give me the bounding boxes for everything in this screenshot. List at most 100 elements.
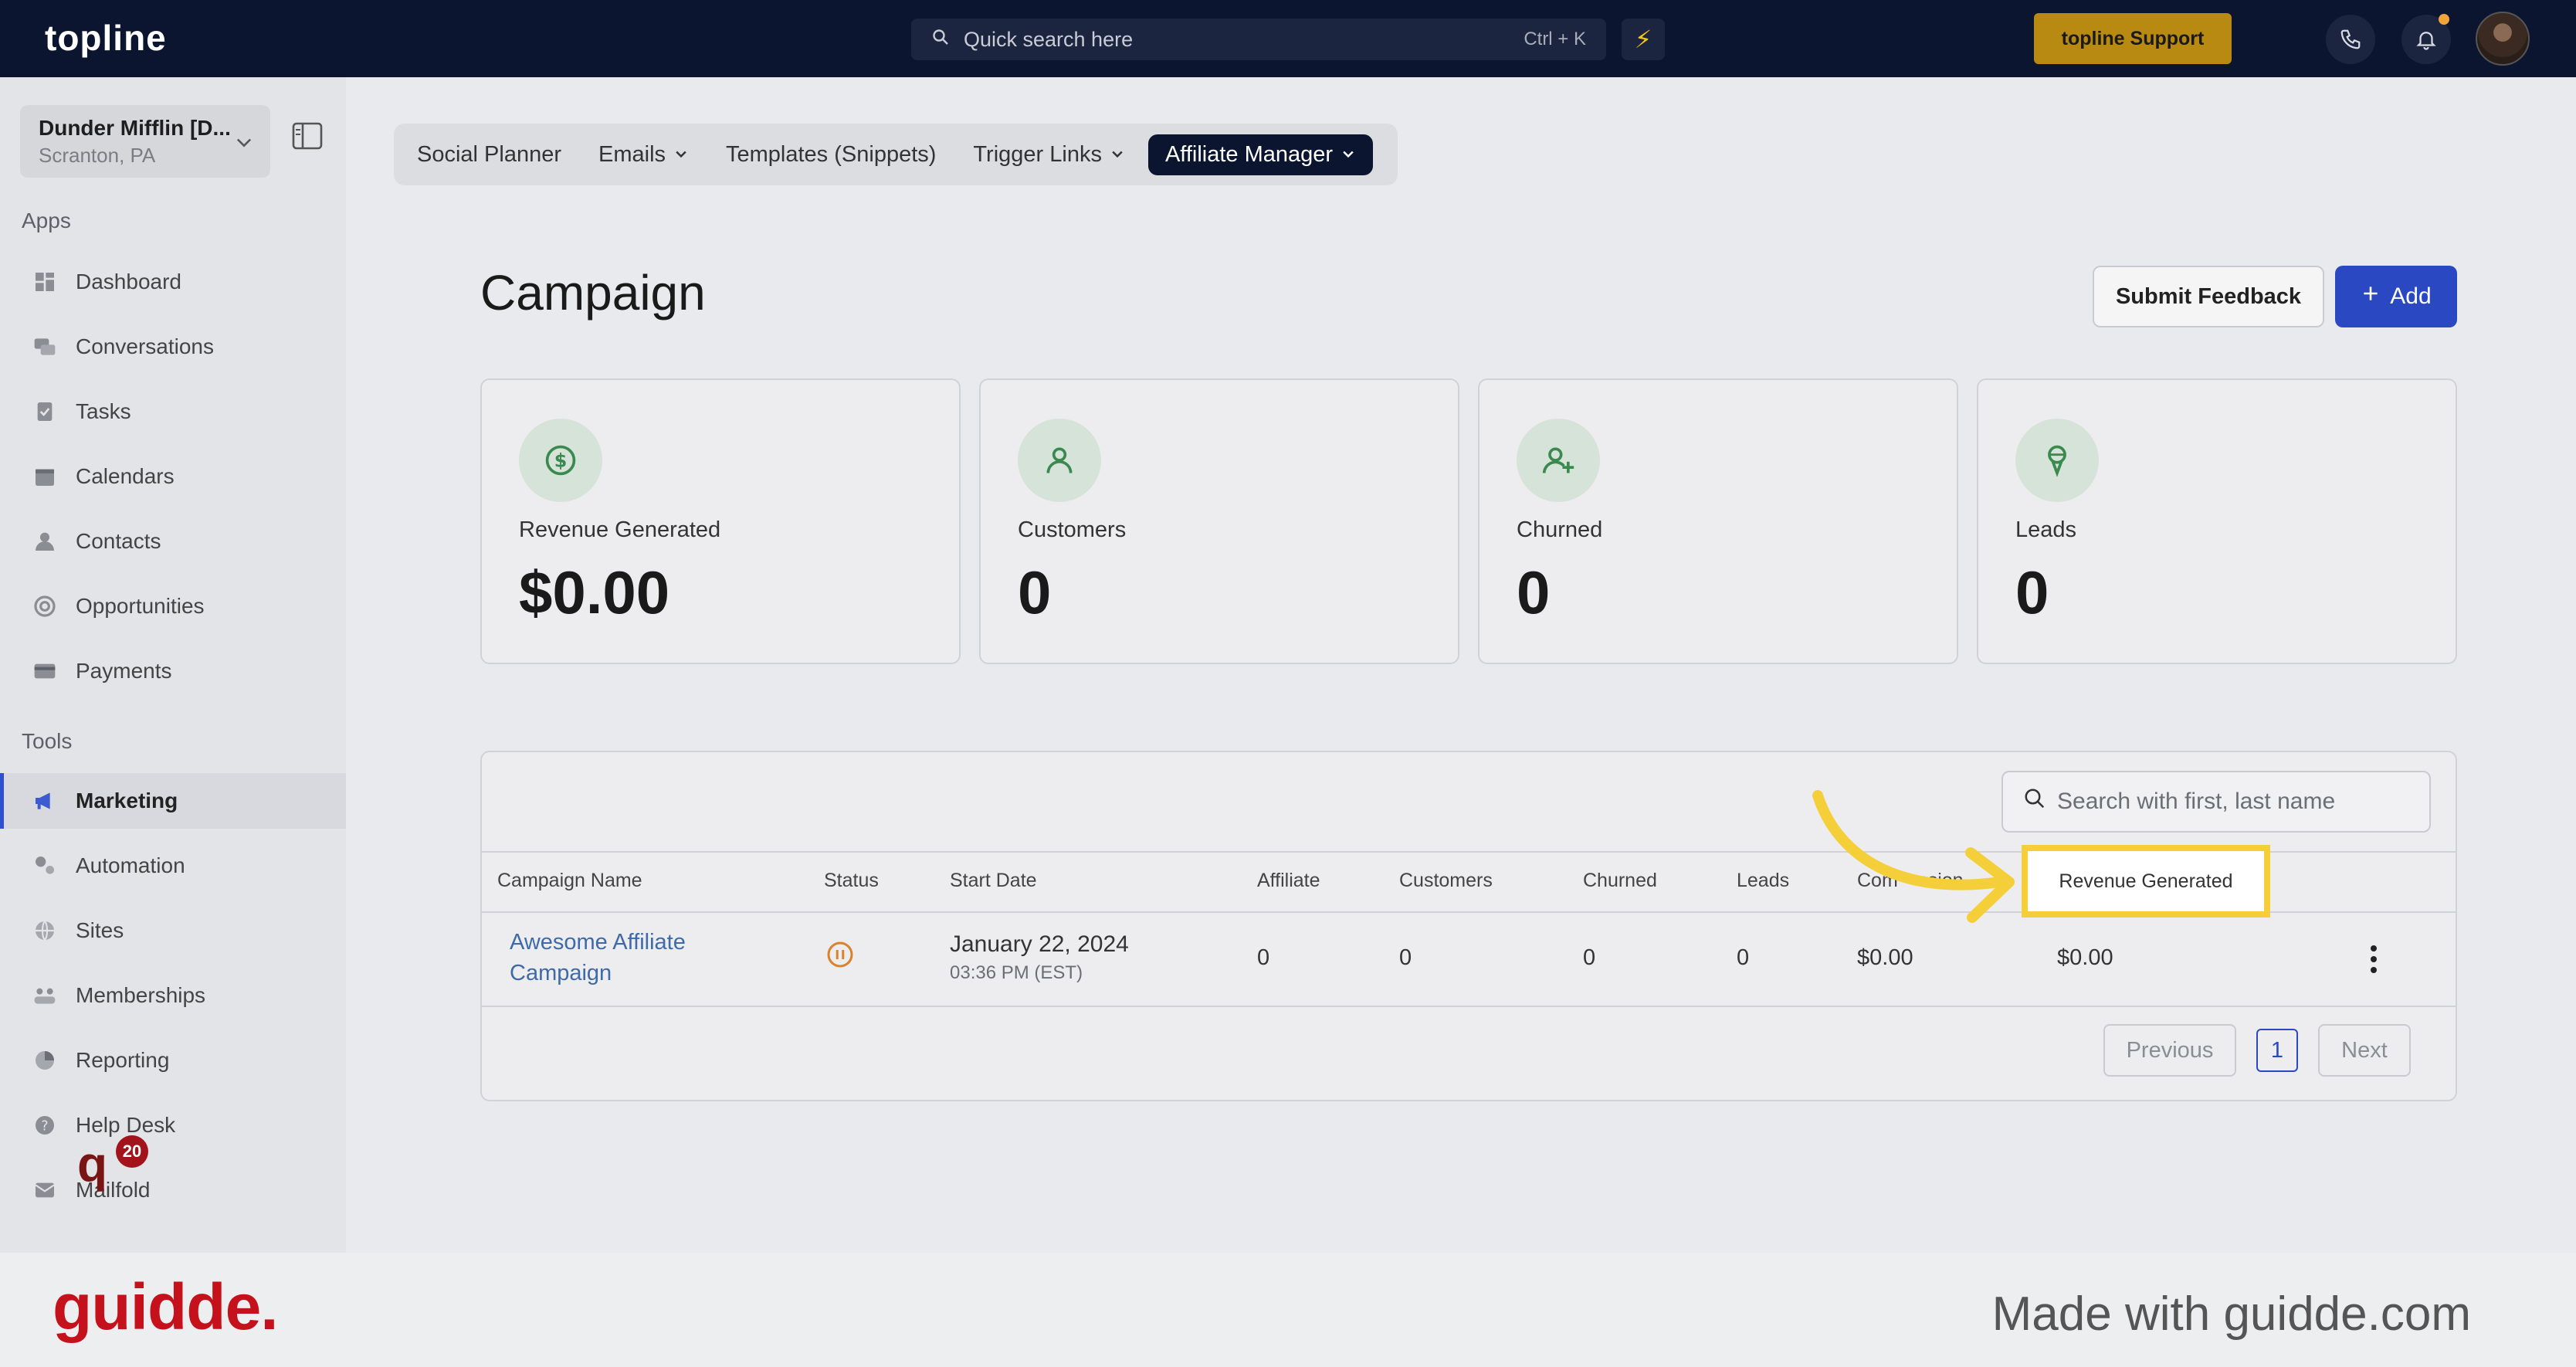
table-search-placeholder: Search with first, last name (2057, 789, 2336, 814)
sidebar-item-mailfold[interactable]: Mailfold (0, 1162, 346, 1218)
sidebar-item-label: Payments (76, 659, 172, 683)
sidebar-item-label: Dashboard (76, 270, 181, 293)
location-switcher[interactable]: Dunder Mifflin [D... Scranton, PA (20, 105, 270, 178)
stat-label: Customers (1018, 517, 1127, 542)
stat-value: 0 (2015, 558, 2049, 626)
sidebar-item-automation[interactable]: Automation (0, 838, 346, 894)
sidebar-item-sites[interactable]: Sites (0, 903, 346, 958)
previous-page-button[interactable]: Previous (2103, 1024, 2236, 1077)
notification-dot (2439, 14, 2449, 25)
cell-leads: 0 (1737, 945, 1750, 970)
tab-trigger-links[interactable]: Trigger Links (973, 142, 1125, 168)
col-affiliate[interactable]: Affiliate (1257, 870, 1320, 892)
search-shortcut: Ctrl + K (1524, 29, 1586, 49)
sidebar-item-label: Help Desk (76, 1113, 176, 1137)
next-page-button[interactable]: Next (2318, 1024, 2411, 1077)
svg-text:?: ? (41, 1119, 48, 1135)
stat-label: Churned (1517, 517, 1603, 542)
chevron-down-icon (1110, 142, 1125, 168)
campaign-link[interactable]: Awesome Affiliate Campaign (510, 927, 741, 989)
mail-icon (31, 1176, 59, 1204)
sidebar-item-tasks[interactable]: Tasks (0, 384, 346, 439)
footer: guidde. Made with guidde.com (0, 1253, 2576, 1367)
sidebar-collapse-icon[interactable] (292, 122, 323, 154)
support-chat-widget[interactable]: q 20 (62, 1135, 148, 1192)
col-revenue-generated[interactable]: Revenue Generated (2022, 845, 2270, 918)
target-icon (31, 592, 59, 620)
sidebar-item-help-desk[interactable]: ? Help Desk (0, 1097, 346, 1153)
sidebar-item-reporting[interactable]: Reporting (0, 1033, 346, 1088)
stat-value: $0.00 (519, 558, 670, 626)
quick-search[interactable]: Quick search here Ctrl + K (911, 19, 1606, 60)
sidebar-item-memberships[interactable]: Memberships (0, 968, 346, 1023)
sidebar-item-opportunities[interactable]: Opportunities (0, 578, 346, 634)
col-churned[interactable]: Churned (1583, 870, 1657, 892)
tab-label: Social Planner (417, 141, 561, 167)
sidebar: Dunder Mifflin [D... Scranton, PA Apps D… (0, 77, 346, 1253)
tab-label: Templates (Snippets) (726, 141, 937, 167)
top-bar: topline Quick search here Ctrl + K ⚡ top… (0, 0, 2576, 77)
stat-card-revenue: $ Revenue Generated $0.00 (480, 378, 961, 664)
more-options-icon[interactable] (2368, 944, 2380, 979)
tab-emails[interactable]: Emails (598, 142, 689, 168)
chevron-down-icon (673, 142, 689, 168)
chevron-down-icon (1341, 142, 1356, 168)
sidebar-item-contacts[interactable]: Contacts (0, 514, 346, 569)
chat-widget-icon: q (77, 1136, 108, 1192)
user-icon (1018, 419, 1101, 502)
cell-commission: $0.00 (1857, 945, 1913, 970)
sidebar-item-marketing[interactable]: Marketing (0, 773, 346, 829)
tasks-icon (31, 398, 59, 426)
start-date: January 22, 2024 (950, 931, 1129, 957)
stat-value: 0 (1517, 558, 1551, 626)
chevron-down-icon (233, 131, 255, 157)
col-customers[interactable]: Customers (1399, 870, 1493, 892)
add-button[interactable]: Add (2335, 266, 2457, 327)
dollar-icon: $ (519, 419, 602, 502)
svg-text:$: $ (554, 449, 568, 471)
page-number-button[interactable]: 1 (2256, 1029, 2298, 1072)
search-icon (931, 28, 950, 52)
tab-affiliate-manager[interactable]: Affiliate Manager (1147, 134, 1374, 175)
col-start-date[interactable]: Start Date (950, 870, 1037, 892)
sidebar-item-label: Conversations (76, 334, 214, 358)
app-logo[interactable]: topline (45, 17, 167, 59)
location-city: Scranton, PA (39, 144, 156, 167)
sidebar-item-payments[interactable]: Payments (0, 643, 346, 699)
col-campaign-name[interactable]: Campaign Name (497, 870, 642, 892)
sidebar-item-label: Reporting (76, 1048, 170, 1072)
tab-social-planner[interactable]: Social Planner (417, 142, 561, 168)
sidebar-item-dashboard[interactable]: Dashboard (0, 254, 346, 310)
divider (482, 1006, 2456, 1007)
table-search-input[interactable]: Search with first, last name (2001, 771, 2431, 833)
stat-card-churned: Churned 0 (1478, 378, 1958, 664)
search-placeholder: Quick search here (964, 27, 1134, 51)
sidebar-item-label: Automation (76, 853, 185, 877)
add-label: Add (2390, 283, 2432, 309)
tools-section-label: Tools (22, 729, 73, 753)
avatar[interactable] (2476, 12, 2530, 66)
tab-templates[interactable]: Templates (Snippets) (726, 142, 936, 168)
cell-affiliate: 0 (1257, 945, 1270, 970)
bolt-icon[interactable]: ⚡ (1622, 19, 1665, 60)
support-button[interactable]: topline Support (2034, 13, 2232, 64)
start-time: 03:36 PM (EST) (950, 962, 1083, 983)
col-leads[interactable]: Leads (1737, 870, 1789, 892)
sidebar-item-calendars[interactable]: Calendars (0, 449, 346, 504)
cell-revenue: $0.00 (2057, 945, 2113, 970)
cell-churned: 0 (1583, 945, 1596, 970)
tab-label: Affiliate Manager (1164, 141, 1334, 167)
made-with-text: Made with guidde.com (1991, 1287, 2471, 1341)
stat-label: Leads (2015, 517, 2077, 542)
sidebar-item-label: Calendars (76, 464, 175, 488)
sidebar-item-label: Marketing (76, 789, 178, 812)
pie-icon (31, 1046, 59, 1074)
col-status[interactable]: Status (824, 870, 879, 892)
sidebar-item-label: Sites (76, 918, 124, 942)
phone-icon[interactable] (2326, 15, 2375, 64)
sidebar-item-conversations[interactable]: Conversations (0, 319, 346, 375)
submit-feedback-button[interactable]: Submit Feedback (2093, 266, 2324, 327)
card-icon (31, 657, 59, 685)
plus-icon (2361, 283, 2381, 310)
paused-status-icon (826, 941, 854, 972)
